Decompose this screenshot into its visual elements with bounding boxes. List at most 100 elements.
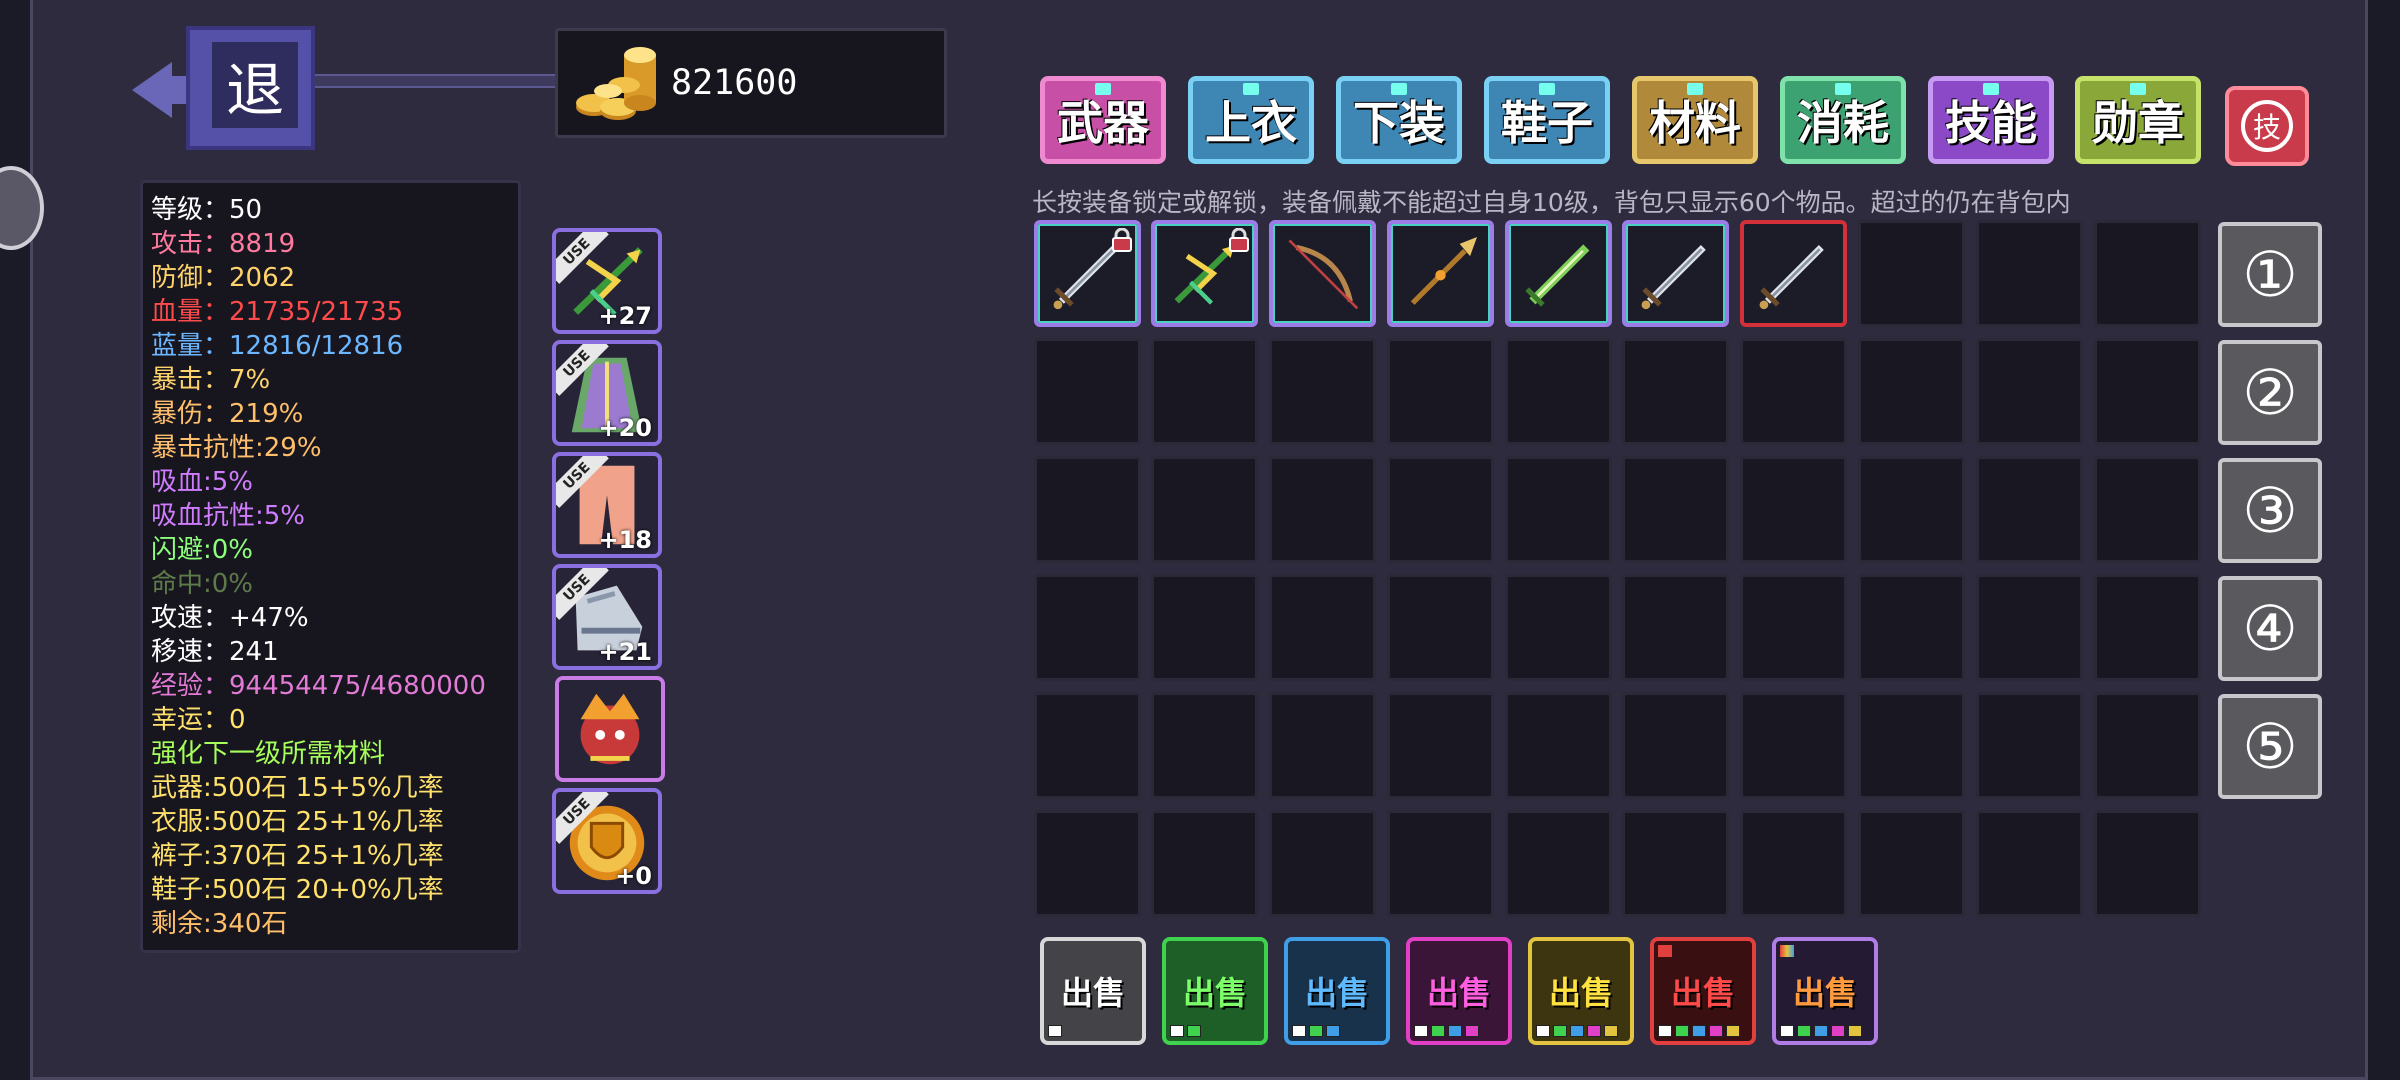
sell-label: 出售 xyxy=(1792,974,1857,1012)
inventory-slot[interactable] xyxy=(1034,338,1141,445)
tab-5[interactable]: 消耗 xyxy=(1780,76,1906,164)
equipped-slot-boots[interactable]: USE +21 xyxy=(552,564,662,670)
rarity-dots xyxy=(1414,1025,1479,1037)
inventory-slot[interactable] xyxy=(1740,338,1847,445)
back-arrow-icon xyxy=(132,62,172,118)
tab-4[interactable]: 材料 xyxy=(1632,76,1758,164)
sell-button-3[interactable]: 出售 xyxy=(1406,937,1512,1045)
inventory-slot[interactable] xyxy=(1858,692,1965,799)
inventory-slot[interactable] xyxy=(1858,456,1965,563)
tab-7[interactable]: 勋章 xyxy=(2075,76,2201,164)
inventory-slot[interactable] xyxy=(1034,574,1141,681)
inventory-hint: 长按装备锁定或解锁，装备佩戴不能超过自身10级，背包只显示60个物品。超过的仍在… xyxy=(1032,188,2071,217)
inventory-slot[interactable] xyxy=(1387,338,1494,445)
inventory-slot[interactable] xyxy=(1151,810,1258,917)
inventory-slot[interactable] xyxy=(1387,692,1494,799)
inventory-slot[interactable] xyxy=(1034,456,1141,563)
inventory-item[interactable] xyxy=(1505,220,1612,327)
sell-button-2[interactable]: 出售 xyxy=(1284,937,1390,1045)
inventory-slot[interactable] xyxy=(1622,692,1729,799)
stat-line: 闪避:0% xyxy=(151,535,254,565)
inventory-slot[interactable] xyxy=(1505,456,1612,563)
inventory-slot[interactable] xyxy=(1151,574,1258,681)
sell-button-0[interactable]: 出售 xyxy=(1040,937,1146,1045)
inventory-slot[interactable] xyxy=(1505,338,1612,445)
inventory-slot[interactable] xyxy=(1976,338,2083,445)
inventory-slot[interactable] xyxy=(1034,692,1141,799)
inventory-slot[interactable] xyxy=(1622,456,1729,563)
inventory-slot[interactable] xyxy=(1976,220,2083,327)
inventory-slot[interactable] xyxy=(1269,574,1376,681)
tab-2[interactable]: 下装 xyxy=(1336,76,1462,164)
inventory-item[interactable] xyxy=(1740,220,1847,327)
inventory-slot[interactable] xyxy=(1269,456,1376,563)
equipped-slot-pants[interactable]: USE +18 xyxy=(552,452,662,558)
tab-0[interactable]: 武器 xyxy=(1040,76,1166,164)
inventory-slot[interactable] xyxy=(1976,692,2083,799)
tab-1[interactable]: 上衣 xyxy=(1188,76,1314,164)
inventory-slot[interactable] xyxy=(1976,456,2083,563)
inventory-slot[interactable] xyxy=(1622,338,1729,445)
inventory-slot[interactable] xyxy=(1505,692,1612,799)
inventory-slot[interactable] xyxy=(1858,338,1965,445)
tab-3[interactable]: 鞋子 xyxy=(1484,76,1610,164)
inventory-slot[interactable] xyxy=(1740,810,1847,917)
sword-icon xyxy=(1750,230,1837,317)
inventory-slot[interactable] xyxy=(1034,810,1141,917)
equipped-slot-weapon[interactable]: USE +27 xyxy=(552,228,662,334)
page-button-3[interactable]: ③ xyxy=(2218,458,2322,563)
inventory-slot[interactable] xyxy=(1269,810,1376,917)
inventory-slot[interactable] xyxy=(1387,574,1494,681)
inventory-slot[interactable] xyxy=(1858,220,1965,327)
tab-gem-icon xyxy=(1835,83,1851,95)
inventory-item[interactable] xyxy=(1622,220,1729,327)
inventory-slot[interactable] xyxy=(1858,574,1965,681)
inventory-slot[interactable] xyxy=(1505,810,1612,917)
page-button-5[interactable]: ⑤ xyxy=(2218,694,2322,799)
inventory-slot[interactable] xyxy=(2094,692,2201,799)
inventory-slot[interactable] xyxy=(1269,338,1376,445)
bow-icon xyxy=(1279,230,1366,317)
equipped-slot-medal[interactable]: USE +0 xyxy=(552,788,662,894)
skill-refresh-button[interactable]: 技 xyxy=(2225,86,2309,166)
inventory-slot[interactable] xyxy=(2094,810,2201,917)
inventory-slot[interactable] xyxy=(1151,692,1258,799)
inventory-item[interactable] xyxy=(1387,220,1494,327)
inventory-slot[interactable] xyxy=(1622,574,1729,681)
inventory-slot[interactable] xyxy=(2094,456,2201,563)
page-button-1[interactable]: ① xyxy=(2218,222,2322,327)
equipped-slot-armor[interactable]: USE +20 xyxy=(552,340,662,446)
inventory-slot[interactable] xyxy=(1740,692,1847,799)
inventory-slot[interactable] xyxy=(1976,810,2083,917)
sell-button-4[interactable]: 出售 xyxy=(1528,937,1634,1045)
back-button[interactable]: 退 xyxy=(132,26,315,154)
sell-label: 出售 xyxy=(1060,974,1125,1012)
lock-icon xyxy=(1111,227,1133,252)
inventory-slot[interactable] xyxy=(1740,456,1847,563)
inventory-slot[interactable] xyxy=(1976,574,2083,681)
inventory-slot[interactable] xyxy=(2094,574,2201,681)
inventory-slot[interactable] xyxy=(1151,456,1258,563)
inventory-slot[interactable] xyxy=(1387,456,1494,563)
equipped-slot-pet[interactable] xyxy=(555,676,665,782)
sell-button-1[interactable]: 出售 xyxy=(1162,937,1268,1045)
inventory-item[interactable] xyxy=(1034,220,1141,327)
inventory-slot[interactable] xyxy=(1269,692,1376,799)
sell-button-6[interactable]: 出售 xyxy=(1772,937,1878,1045)
inventory-slot[interactable] xyxy=(1622,810,1729,917)
pet-icon xyxy=(559,680,661,778)
inventory-slot[interactable] xyxy=(2094,338,2201,445)
inventory-slot[interactable] xyxy=(1387,810,1494,917)
inventory-item[interactable] xyxy=(1151,220,1258,327)
tab-6[interactable]: 技能 xyxy=(1928,76,2054,164)
page-button-4[interactable]: ④ xyxy=(2218,576,2322,681)
page-button-2[interactable]: ② xyxy=(2218,340,2322,445)
inventory-slot[interactable] xyxy=(1858,810,1965,917)
inventory-slot[interactable] xyxy=(2094,220,2201,327)
inventory-slot[interactable] xyxy=(1505,574,1612,681)
tab-gem-icon xyxy=(1391,83,1407,95)
sell-button-5[interactable]: 出售 xyxy=(1650,937,1756,1045)
inventory-slot[interactable] xyxy=(1151,338,1258,445)
inventory-slot[interactable] xyxy=(1740,574,1847,681)
inventory-item[interactable] xyxy=(1269,220,1376,327)
